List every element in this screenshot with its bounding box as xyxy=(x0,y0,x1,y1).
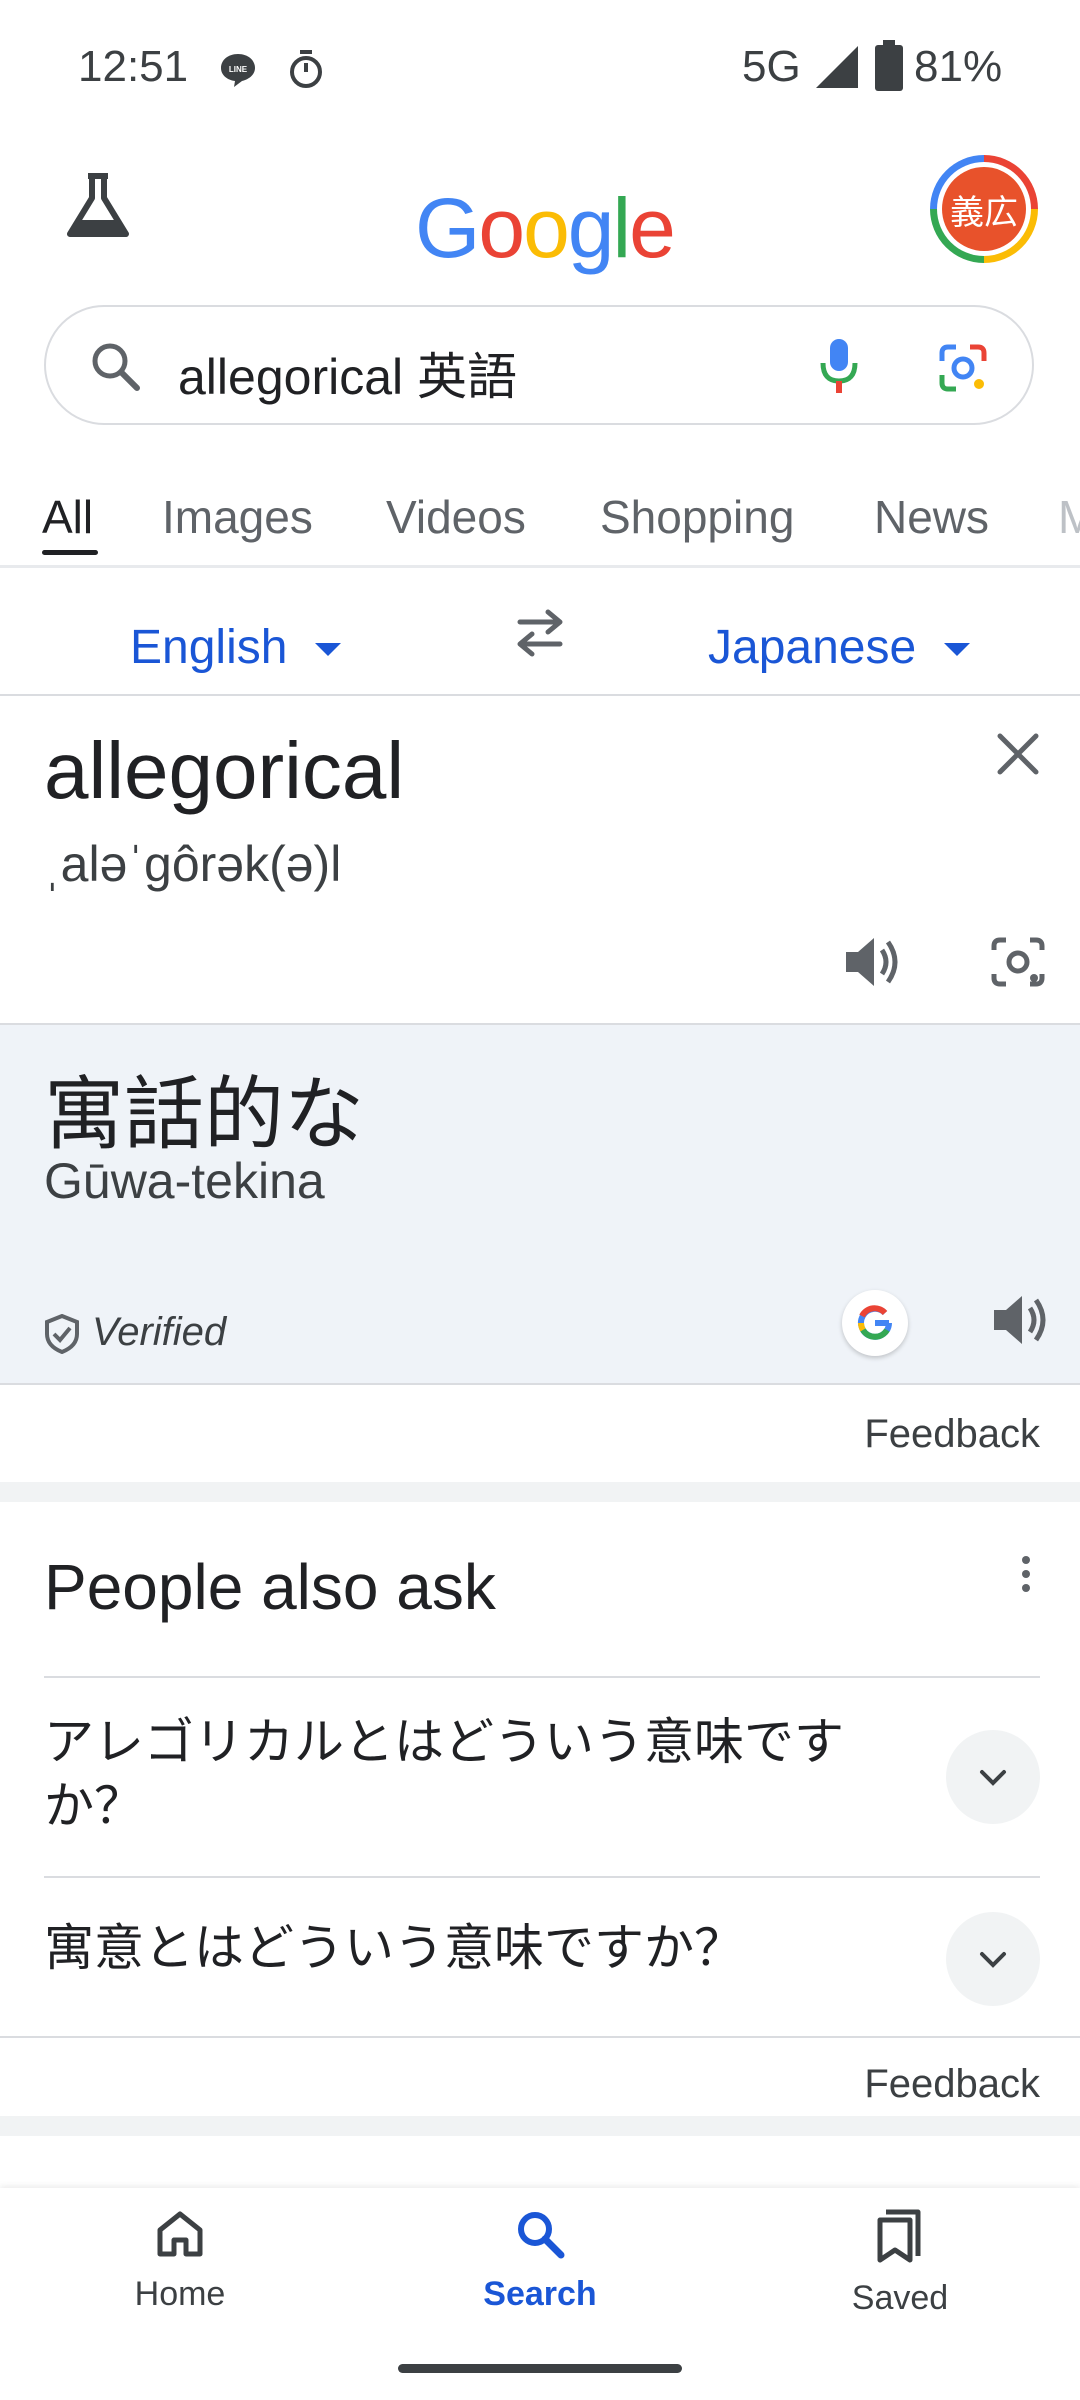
line-app-icon: LINE xyxy=(221,54,255,87)
nav-search[interactable]: Search xyxy=(440,2208,640,2314)
question-item[interactable]: アレゴリカルとはどういう意味ですか？ xyxy=(0,1676,1080,1876)
camera-lens-icon[interactable] xyxy=(990,936,1046,988)
microphone-icon[interactable] xyxy=(818,337,860,395)
tabs-divider xyxy=(0,565,1080,568)
expand-question-button[interactable] xyxy=(946,1730,1040,1824)
translated-text[interactable]: 寓話的な xyxy=(44,1050,364,1166)
chevron-down-icon xyxy=(980,1770,1006,1786)
search-icon xyxy=(518,2212,565,2259)
tab-images[interactable]: Images xyxy=(162,490,313,544)
speaker-icon[interactable] xyxy=(842,934,902,990)
status-bar: 12:51 LINE 5G 81% xyxy=(0,0,1080,135)
battery-percent: 81% xyxy=(914,42,1003,91)
target-language-dropdown[interactable]: Japanese xyxy=(708,620,970,675)
tab-shopping[interactable]: Shopping xyxy=(600,490,794,544)
google-translate-button[interactable] xyxy=(842,1290,908,1356)
clear-icon[interactable] xyxy=(996,732,1040,776)
active-tab-indicator xyxy=(42,550,98,555)
language-selector-row: English Japanese xyxy=(0,590,1080,695)
section-separator xyxy=(0,1482,1080,1502)
dropdown-arrow-icon xyxy=(314,643,341,657)
swap-languages-icon[interactable] xyxy=(512,608,568,658)
avatar-text: 義広 xyxy=(942,167,1026,251)
status-time: 12:51 xyxy=(78,42,189,91)
divider xyxy=(0,2036,1080,2038)
home-icon xyxy=(157,2211,203,2257)
battery-icon xyxy=(875,40,903,91)
search-box[interactable]: allegorical 英語 xyxy=(44,305,1034,425)
nav-home[interactable]: Home xyxy=(80,2208,280,2314)
tab-all[interactable]: All xyxy=(42,490,93,544)
google-g-icon xyxy=(858,1305,892,1340)
chevron-down-icon xyxy=(980,1952,1006,1968)
signal-icon xyxy=(816,46,858,88)
feedback-link[interactable]: Feedback xyxy=(864,2062,1040,2107)
more-options-icon[interactable] xyxy=(1014,1554,1038,1594)
speaker-icon[interactable] xyxy=(990,1292,1050,1348)
romanization-text: Gūwa-tekina xyxy=(44,1153,325,1209)
nav-search-label: Search xyxy=(483,2275,597,2313)
verified-label: Verified xyxy=(92,1310,227,1354)
timer-icon xyxy=(290,50,322,88)
account-avatar[interactable]: 義広 xyxy=(930,155,1038,263)
question-text: アレゴリカルとはどういう意味ですか？ xyxy=(44,1714,844,1834)
feedback-link[interactable]: Feedback xyxy=(864,1412,1040,1457)
section-separator xyxy=(0,2116,1080,2136)
nav-saved-label: Saved xyxy=(851,2279,949,2317)
source-language-label: English xyxy=(130,621,288,674)
search-query[interactable]: allegorical 英語 xyxy=(178,337,517,409)
phonetic-text: ˌaləˈgôrək(ə)l xyxy=(44,836,342,892)
tab-videos[interactable]: Videos xyxy=(386,490,526,544)
verified-shield-icon xyxy=(45,1314,79,1354)
divider xyxy=(0,1383,1080,1385)
google-logo[interactable]: Google xyxy=(415,180,676,280)
saved-bookmark-icon xyxy=(877,2209,921,2263)
network-type: 5G xyxy=(742,42,801,91)
gesture-home-bar[interactable] xyxy=(398,2364,682,2373)
question-item[interactable]: 寓意とはどういう意味ですか？ xyxy=(0,1876,1080,2036)
labs-flask-icon[interactable] xyxy=(62,170,134,242)
search-icon xyxy=(92,343,140,391)
question-text: 寓意とはどういう意味ですか？ xyxy=(44,1920,744,1976)
people-also-ask-title: People also ask xyxy=(44,1551,496,1623)
dropdown-arrow-icon xyxy=(943,643,970,657)
google-lens-icon[interactable] xyxy=(938,343,988,393)
tab-more-partial[interactable]: M xyxy=(1058,490,1080,544)
expand-question-button[interactable] xyxy=(946,1912,1040,2006)
search-tabs: All Images Videos Shopping News M xyxy=(0,470,1080,565)
divider xyxy=(0,694,1080,696)
source-language-dropdown[interactable]: English xyxy=(130,620,341,675)
target-language-label: Japanese xyxy=(708,621,917,674)
source-text[interactable]: allegorical xyxy=(44,725,404,817)
nav-saved[interactable]: Saved xyxy=(800,2208,1000,2318)
nav-home-label: Home xyxy=(134,2275,226,2313)
svg-text:LINE: LINE xyxy=(229,65,248,74)
tab-news[interactable]: News xyxy=(874,490,989,544)
